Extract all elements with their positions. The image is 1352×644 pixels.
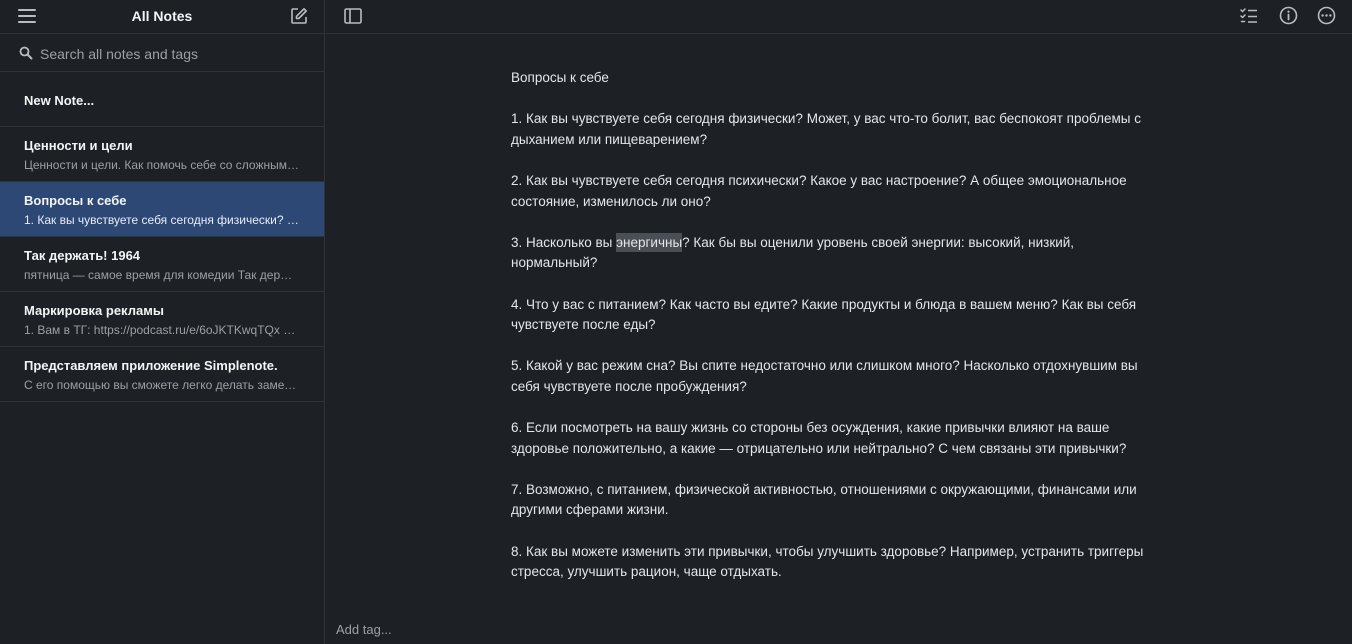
more-options-icon[interactable]: [1317, 6, 1336, 25]
note-heading: Вопросы к себе: [511, 70, 609, 85]
note-paragraph: 1. Как вы чувствуете себя сегодня физиче…: [511, 111, 1141, 147]
note-paragraph: 2. Как вы чувствуете себя сегодня психич…: [511, 172, 1127, 209]
note-list-item[interactable]: Представляем приложение Simplenote. С ег…: [0, 347, 324, 402]
note-title: Вопросы к себе: [24, 193, 127, 208]
tag-bar: [326, 612, 1352, 644]
note-paragraph: 6. Если посмотреть на вашу жизнь со стор…: [511, 420, 1127, 456]
search-highlight: энергичны: [616, 232, 683, 252]
search-input[interactable]: [40, 44, 310, 64]
note-preview: Ценности и цели. Как помочь себе со слож…: [24, 158, 300, 172]
note-title: Так держать! 1964: [24, 248, 141, 263]
notes-sidebar: All Notes New Note... Ценности и цели Це…: [0, 0, 325, 644]
note-list: New Note... Ценности и цели Ценности и ц…: [0, 72, 324, 402]
new-note-item[interactable]: New Note...: [0, 72, 324, 127]
note-paragraph: 5. Какой у вас режим сна? Вы спите недос…: [511, 358, 1138, 394]
search-bar: [0, 34, 324, 72]
note-preview: С его помощью вы сможете легко делать за…: [24, 378, 300, 392]
add-tag-input[interactable]: [336, 620, 636, 638]
note-list-item[interactable]: Маркировка рекламы 1. Вам в ТГ: https://…: [0, 292, 324, 347]
sidebar-header: All Notes: [0, 0, 324, 34]
note-preview: 1. Как вы чувствуете себя сегодня физиче…: [24, 213, 300, 227]
note-list-item[interactable]: Так держать! 1964 пятница — самое время …: [0, 237, 324, 292]
note-list-item[interactable]: Ценности и цели Ценности и цели. Как пом…: [0, 127, 324, 182]
note-paragraph: 8. Как вы можете изменить эти привычки, …: [511, 543, 1144, 580]
note-title: Ценности и цели: [24, 138, 133, 153]
search-icon: [19, 46, 33, 60]
checklist-icon[interactable]: [1240, 7, 1258, 25]
note-paragraph: 4. Что у вас с питанием? Как часто вы ед…: [511, 296, 1137, 333]
note-list-item-selected[interactable]: Вопросы к себе 1. Как вы чувствуете себя…: [0, 182, 324, 237]
sidebar-toggle-icon[interactable]: [344, 8, 362, 24]
note-preview: пятница — самое время для комедии Так де…: [24, 268, 300, 282]
note-paragraph: 7. Возможно, с питанием, физической акти…: [511, 481, 1137, 518]
new-note-icon[interactable]: [290, 7, 308, 25]
note-paragraph: 3. Насколько вы энергичны? Как бы вы оце…: [511, 232, 1161, 274]
text-segment: 3. Насколько вы: [511, 234, 617, 250]
note-preview: 1. Вам в ТГ: https://podcast.ru/e/6oJKTK…: [24, 323, 300, 337]
info-icon[interactable]: [1279, 6, 1298, 25]
sidebar-title: All Notes: [131, 8, 193, 24]
note-title: Представляем приложение Simplenote.: [24, 358, 278, 373]
new-note-label: New Note...: [24, 93, 95, 108]
note-editor[interactable]: Вопросы к себе 1. Как вы чувствуете себя…: [511, 68, 1161, 610]
note-title: Маркировка рекламы: [24, 303, 164, 318]
editor-toolbar: [326, 0, 1352, 34]
